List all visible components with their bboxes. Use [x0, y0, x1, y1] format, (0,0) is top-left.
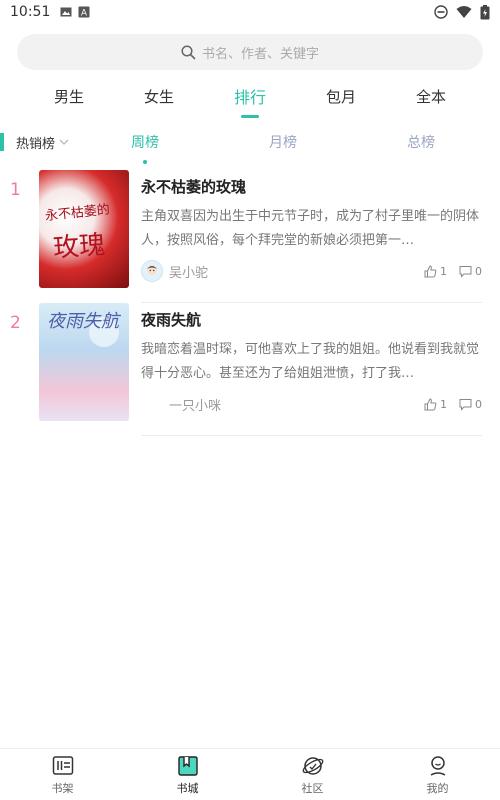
- book-cover[interactable]: 夜雨失航: [39, 303, 129, 421]
- comment-count[interactable]: 0: [459, 265, 482, 278]
- comment-icon: [459, 265, 472, 278]
- comment-icon: [459, 398, 472, 411]
- like-count-value: 1: [440, 397, 447, 411]
- comment-count[interactable]: 0: [459, 398, 482, 411]
- bottom-nav: 书架 书城 社区 我的: [0, 748, 500, 800]
- comment-count-value: 0: [475, 264, 482, 278]
- thumbs-up-icon: [424, 264, 437, 277]
- book-description: 主角双喜因为出生于中元节子时，成为了村子里唯一的阴体人，按照风俗，每个拜完堂的新…: [141, 209, 480, 248]
- nav-bookstore[interactable]: 书城: [125, 749, 250, 800]
- search-icon: [181, 44, 196, 59]
- rank-type-label: 热销榜: [16, 136, 56, 152]
- nav-profile[interactable]: 我的: [375, 749, 500, 800]
- search-bar[interactable]: 书名、作者、关键字: [17, 34, 483, 70]
- tab-complete[interactable]: 全本: [406, 80, 456, 113]
- like-count[interactable]: 1: [424, 398, 447, 411]
- tab-monthly-rank[interactable]: 月榜: [263, 128, 303, 156]
- nav-label: 书城: [176, 781, 199, 795]
- nav-label: 社区: [301, 781, 324, 795]
- nav-label: 我的: [426, 781, 449, 795]
- nav-label: 书架: [51, 781, 74, 795]
- tab-male[interactable]: 男生: [44, 80, 94, 113]
- bookstore-icon: [177, 755, 198, 776]
- avatar-face-icon: [147, 265, 157, 275]
- book-cover[interactable]: 永不枯萎的 玫瑰: [39, 170, 129, 288]
- tab-monthly[interactable]: 包月: [316, 80, 366, 113]
- battery-icon: [480, 4, 490, 19]
- main-tabs: 男生 女生 排行 包月 全本: [0, 76, 500, 118]
- book-list: 1 永不枯萎的 玫瑰 永不枯萎的玫瑰 主角双喜因为出生于中元节子时，成为了村子里…: [0, 170, 500, 436]
- nav-bookshelf[interactable]: 书架: [0, 749, 125, 800]
- book-title[interactable]: 永不枯萎的玫瑰: [141, 176, 482, 197]
- book-item[interactable]: 1 永不枯萎的 玫瑰 永不枯萎的玫瑰 主角双喜因为出生于中元节子时，成为了村子里…: [0, 170, 500, 303]
- tab-total-rank[interactable]: 总榜: [401, 128, 441, 156]
- cover-text-small: 永不枯萎的: [44, 202, 111, 225]
- tab-weekly[interactable]: 周榜: [125, 128, 165, 164]
- profile-icon: [430, 755, 445, 776]
- cover-text-big: 玫瑰: [52, 230, 107, 264]
- author-name[interactable]: 吴小驼: [169, 262, 208, 281]
- svg-text:A: A: [81, 9, 88, 19]
- like-count-value: 1: [440, 264, 447, 278]
- book-item[interactable]: 2 夜雨失航 夜雨失航 我暗恋着温时琛，可他喜欢上了我的姐姐。他说看到我就觉得十…: [0, 303, 500, 436]
- bookshelf-icon: [52, 755, 73, 775]
- tab-female[interactable]: 女生: [134, 80, 184, 113]
- nav-community[interactable]: 社区: [250, 749, 375, 800]
- section-marker: [0, 133, 4, 151]
- rank-filter-row: 热销榜 周榜 月榜 总榜: [0, 120, 500, 164]
- like-count[interactable]: 1: [424, 265, 447, 278]
- avatar[interactable]: [141, 260, 163, 282]
- status-time: 10:51: [10, 4, 51, 20]
- community-icon: [302, 756, 323, 775]
- rank-type-dropdown[interactable]: 热销榜: [16, 133, 76, 152]
- cover-text: 夜雨失航: [47, 311, 119, 332]
- author-name[interactable]: 一只小咪: [169, 395, 221, 414]
- status-bar: 10:51 A: [0, 0, 500, 24]
- wifi-icon: [456, 6, 472, 18]
- book-rank: 2: [10, 313, 21, 333]
- chevron-down-icon: [59, 139, 69, 145]
- thumbs-up-icon: [424, 397, 437, 410]
- dnd-icon: [434, 5, 448, 19]
- book-description: 我暗恋着温时琛，可他喜欢上了我的姐姐。他说看到我就觉得十分恶心。甚至还为了给姐姐…: [141, 342, 480, 381]
- tab-ranking[interactable]: 排行: [224, 78, 276, 118]
- book-rank: 1: [10, 180, 21, 200]
- image-icon: [60, 7, 72, 17]
- comment-count-value: 0: [475, 397, 482, 411]
- search-placeholder: 书名、作者、关键字: [201, 46, 319, 62]
- a-icon: A: [78, 6, 90, 18]
- book-title[interactable]: 夜雨失航: [141, 309, 482, 330]
